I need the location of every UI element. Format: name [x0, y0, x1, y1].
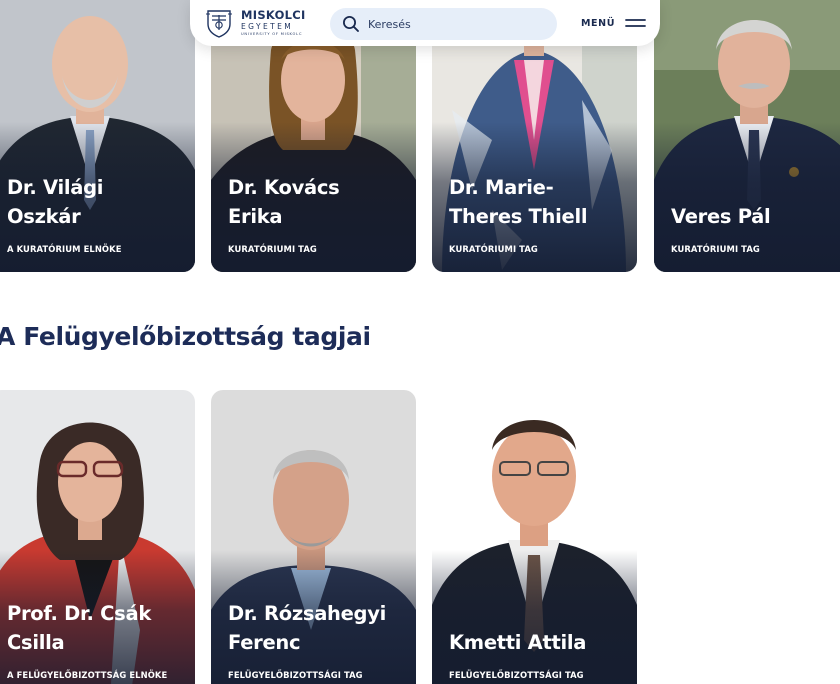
university-logo[interactable]: MISKOLCI EGYETEM UNIVERSITY OF MISKOLC	[204, 7, 314, 39]
member-role: KURATÓRIUMI TAG	[449, 244, 538, 254]
supervisory-member-card[interactable]: Kmetti Attila FELÜGYELŐBIZOTTSÁGI TAG	[432, 390, 637, 684]
university-crest-icon	[206, 10, 232, 38]
logo-wordmark: MISKOLCI	[241, 7, 306, 22]
member-role: FELÜGYELŐBIZOTTSÁGI TAG	[449, 670, 584, 680]
member-name: Dr. Marie- Theres Thiell	[449, 176, 588, 228]
logo-subword: EGYETEM	[241, 22, 294, 32]
member-name: Veres Pál	[671, 205, 771, 228]
supervisory-member-card[interactable]: Dr. Rózsahegyi Ferenc FELÜGYELŐBIZOTTSÁG…	[211, 390, 416, 684]
member-name: Dr. Kovács Erika	[228, 176, 340, 228]
board-member-card[interactable]: Dr. Világi Oszkár A KURATÓRIUM ELNÖKE	[0, 0, 195, 272]
logo-english-name: UNIVERSITY OF MISKOLC	[241, 31, 303, 36]
menu-label: MENÜ	[581, 17, 616, 29]
member-role: FELÜGYELŐBIZOTTSÁGI TAG	[228, 670, 363, 680]
member-role: KURATÓRIUMI TAG	[671, 244, 760, 254]
member-name: Kmetti Attila	[449, 631, 587, 654]
supervisory-member-card[interactable]: Prof. Dr. Csák Csilla A FELÜGYELŐBIZOTTS…	[0, 390, 195, 684]
search-bar[interactable]	[330, 8, 557, 40]
member-role: A KURATÓRIUM ELNÖKE	[7, 244, 122, 254]
member-role: A FELÜGYELŐBIZOTTSÁG ELNÖKE	[7, 670, 168, 680]
hamburger-menu-icon	[625, 19, 646, 27]
search-input[interactable]	[368, 17, 548, 31]
member-name: Prof. Dr. Csák Csilla	[7, 602, 151, 654]
member-role: KURATÓRIUMI TAG	[228, 244, 317, 254]
section-title: A Felügyelőbizottság tagjai	[0, 322, 371, 351]
site-header: MISKOLCI EGYETEM UNIVERSITY OF MISKOLC M…	[190, 0, 660, 46]
search-icon[interactable]	[342, 15, 360, 33]
menu-button[interactable]: MENÜ	[581, 14, 646, 32]
member-name: Dr. Világi Oszkár	[7, 176, 104, 228]
board-member-card[interactable]: Veres Pál KURATÓRIUMI TAG	[654, 0, 840, 272]
member-name: Dr. Rózsahegyi Ferenc	[228, 602, 387, 654]
